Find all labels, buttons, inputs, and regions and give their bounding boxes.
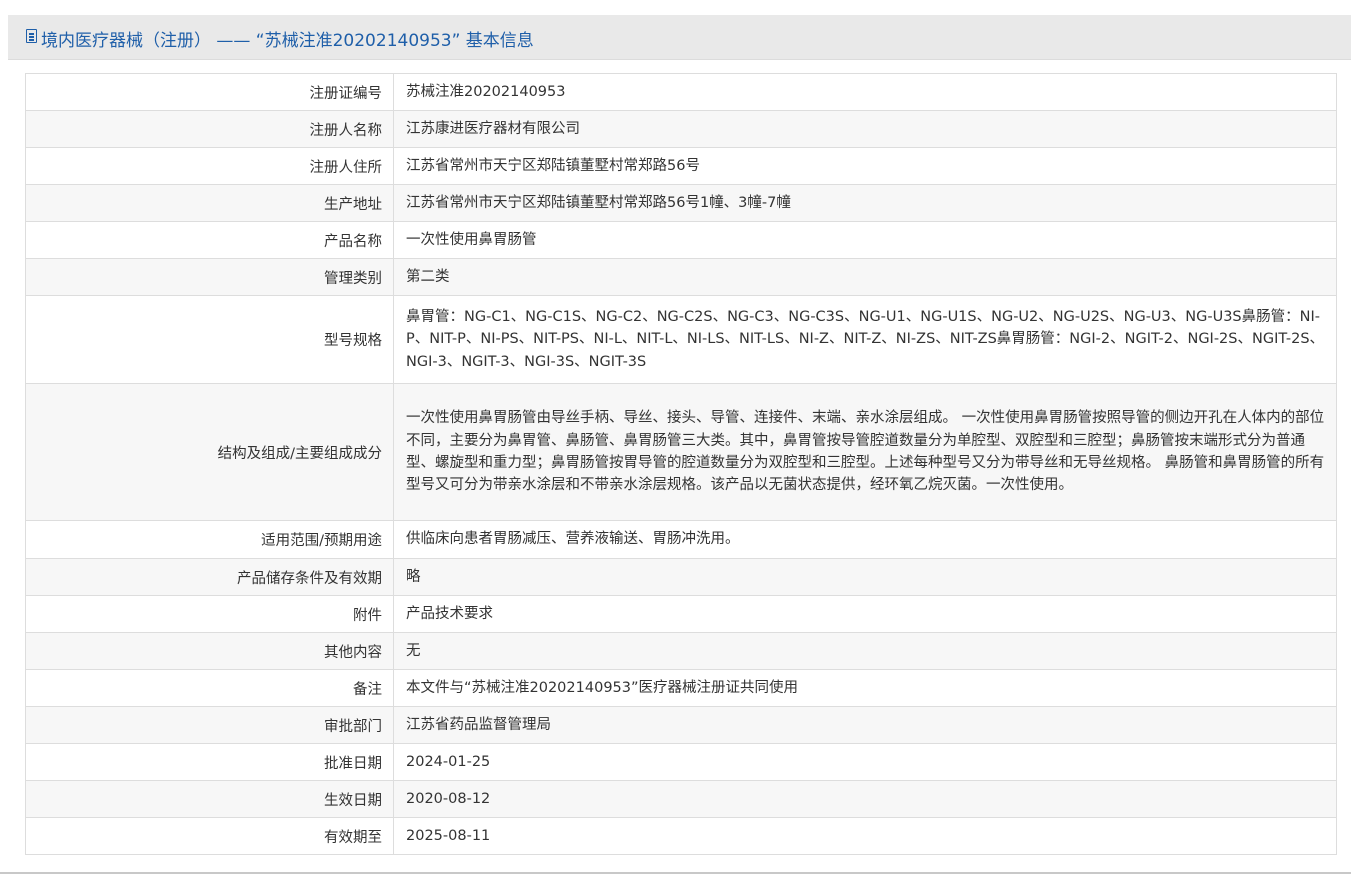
row-label: 生效日期 xyxy=(25,780,394,818)
row-label: 批准日期 xyxy=(25,743,394,781)
row-value: 江苏省药品监督管理局 xyxy=(393,706,1337,744)
table-row: 有效期至 2025-08-11 xyxy=(25,817,1337,855)
table-row: 审批部门 江苏省药品监督管理局 xyxy=(25,706,1337,744)
row-value: 2020-08-12 xyxy=(393,780,1337,818)
row-value: 本文件与“苏械注准20202140953”医疗器械注册证共同使用 xyxy=(393,669,1337,707)
row-label: 注册人名称 xyxy=(25,110,394,148)
table-row: 结构及组成/主要组成成分 一次性使用鼻胃肠管由导丝手柄、导丝、接头、导管、连接件… xyxy=(25,383,1337,521)
row-value: 鼻胃管：NG-C1、NG-C1S、NG-C2、NG-C2S、NG-C3、NG-C… xyxy=(393,295,1337,384)
table-row: 产品名称 一次性使用鼻胃肠管 xyxy=(25,221,1337,259)
table-row: 注册人住所 江苏省常州市天宁区郑陆镇董墅村常郑路56号 xyxy=(25,147,1337,185)
row-value: 产品技术要求 xyxy=(393,595,1337,633)
row-label: 生产地址 xyxy=(25,184,394,222)
table-row: 生产地址 江苏省常州市天宁区郑陆镇董墅村常郑路56号1幢、3幢-7幢 xyxy=(25,184,1337,222)
row-value: 一次性使用鼻胃肠管由导丝手柄、导丝、接头、导管、连接件、末端、亲水涂层组成。 一… xyxy=(393,383,1337,521)
page-title: 境内医疗器械（注册） —— “苏械注准20202140953” 基本信息 xyxy=(41,31,534,51)
row-value: 苏械注准20202140953 xyxy=(393,73,1337,111)
row-label: 产品储存条件及有效期 xyxy=(25,558,394,596)
row-label: 有效期至 xyxy=(25,817,394,855)
table-row: 注册证编号 苏械注准20202140953 xyxy=(25,73,1337,111)
table-row: 备注 本文件与“苏械注准20202140953”医疗器械注册证共同使用 xyxy=(25,669,1337,707)
registration-info-table: 注册证编号 苏械注准20202140953 注册人名称 江苏康进医疗器材有限公司… xyxy=(25,73,1337,855)
table-row: 管理类别 第二类 xyxy=(25,258,1337,296)
table-row: 其他内容 无 xyxy=(25,632,1337,670)
row-label: 产品名称 xyxy=(25,221,394,259)
row-label: 型号规格 xyxy=(25,295,394,384)
row-value: 江苏省常州市天宁区郑陆镇董墅村常郑路56号 xyxy=(393,147,1337,185)
table-row: 批准日期 2024-01-25 xyxy=(25,743,1337,781)
table-row: 附件 产品技术要求 xyxy=(25,595,1337,633)
row-label: 附件 xyxy=(25,595,394,633)
info-panel: 注册证编号 苏械注准20202140953 注册人名称 江苏康进医疗器材有限公司… xyxy=(8,60,1351,874)
row-value: 一次性使用鼻胃肠管 xyxy=(393,221,1337,259)
row-value: 2025-08-11 xyxy=(393,817,1337,855)
row-value: 供临床向患者胃肠减压、营养液输送、胃肠冲洗用。 xyxy=(393,520,1337,559)
row-label: 管理类别 xyxy=(25,258,394,296)
row-value: 江苏康进医疗器材有限公司 xyxy=(393,110,1337,148)
row-value: 略 xyxy=(393,558,1337,596)
row-label: 审批部门 xyxy=(25,706,394,744)
table-row: 注册人名称 江苏康进医疗器材有限公司 xyxy=(25,110,1337,148)
table-row: 产品储存条件及有效期 略 xyxy=(25,558,1337,596)
row-value: 无 xyxy=(393,632,1337,670)
row-value: 江苏省常州市天宁区郑陆镇董墅村常郑路56号1幢、3幢-7幢 xyxy=(393,184,1337,222)
row-label: 备注 xyxy=(25,669,394,707)
document-icon xyxy=(26,29,37,43)
row-value: 第二类 xyxy=(393,258,1337,296)
row-label: 其他内容 xyxy=(25,632,394,670)
page-header: 境内医疗器械（注册） —— “苏械注准20202140953” 基本信息 xyxy=(8,15,1351,60)
row-label: 适用范围/预期用途 xyxy=(25,520,394,559)
table-row: 适用范围/预期用途 供临床向患者胃肠减压、营养液输送、胃肠冲洗用。 xyxy=(25,520,1337,559)
row-label: 结构及组成/主要组成成分 xyxy=(25,383,394,521)
row-value: 2024-01-25 xyxy=(393,743,1337,781)
row-label: 注册人住所 xyxy=(25,147,394,185)
table-row: 型号规格 鼻胃管：NG-C1、NG-C1S、NG-C2、NG-C2S、NG-C3… xyxy=(25,295,1337,384)
table-row: 生效日期 2020-08-12 xyxy=(25,780,1337,818)
row-label: 注册证编号 xyxy=(25,73,394,111)
